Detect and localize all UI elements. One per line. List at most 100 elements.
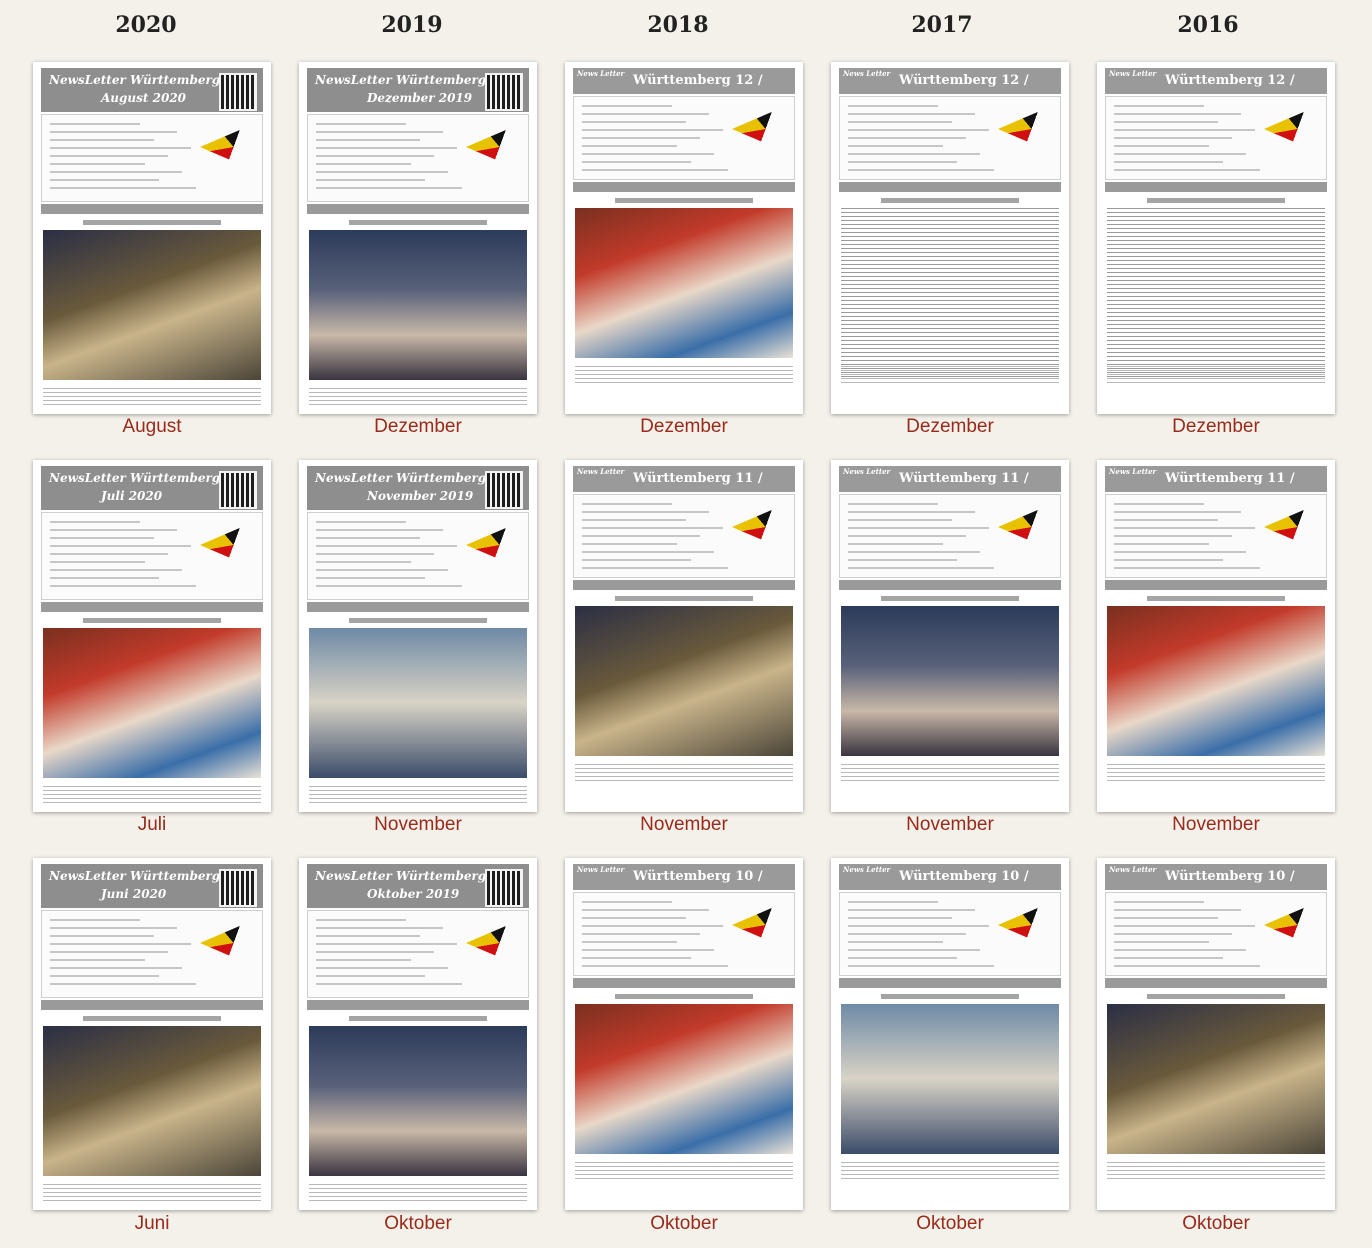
publisher-info-block — [839, 96, 1061, 180]
text-line — [848, 519, 952, 521]
text-line — [582, 511, 709, 513]
text-line — [50, 139, 154, 141]
article-text — [309, 1184, 527, 1204]
section-strip — [573, 580, 795, 590]
text-line — [1114, 161, 1223, 163]
text-line — [50, 521, 140, 523]
newsletter-card[interactable]: News LetterWürttemberg 12 / 2016 — [1097, 62, 1335, 414]
article-title — [881, 596, 1019, 601]
text-line — [848, 511, 975, 513]
newsletter-card[interactable]: News LetterWürttemberg 11 / 2016 — [1097, 460, 1335, 812]
article-photo — [841, 606, 1059, 756]
text-line — [1114, 941, 1209, 943]
article-text — [575, 764, 793, 784]
year-heading-2016: 2016 — [1177, 12, 1239, 38]
chess-federation-logo — [732, 901, 788, 949]
publisher-info-block — [1105, 892, 1327, 976]
text-line — [1114, 925, 1255, 927]
text-line — [50, 927, 177, 929]
text-line — [316, 537, 420, 539]
chess-federation-logo — [732, 105, 788, 153]
text-line — [848, 129, 989, 131]
text-line — [316, 577, 425, 579]
text-line — [1114, 503, 1204, 505]
article-text — [1107, 366, 1325, 386]
section-strip — [839, 580, 1061, 590]
text-line — [582, 933, 700, 935]
text-line — [1114, 933, 1232, 935]
newsletter-card[interactable]: NewsLetter Württemberg Oktober 2019 — [299, 858, 537, 1210]
text-line — [50, 545, 191, 547]
text-line — [1114, 535, 1232, 537]
newsletter-header: News LetterWürttemberg 12 / 2016 — [1105, 68, 1327, 108]
text-line — [1114, 551, 1246, 553]
text-line — [50, 147, 191, 149]
text-line — [582, 901, 672, 903]
text-line — [848, 503, 938, 505]
newsletter-card[interactable]: News LetterWürttemberg 11 / 2017 — [831, 460, 1069, 812]
text-line — [582, 925, 723, 927]
text-line — [848, 543, 943, 545]
newsletter-header: News LetterWürttemberg 10 / 2016 — [1105, 864, 1327, 904]
text-line — [316, 131, 443, 133]
text-line — [848, 925, 989, 927]
text-line — [1114, 137, 1232, 139]
article-title — [1147, 994, 1285, 999]
newsletter-card[interactable]: NewsLetter Württemberg Juni 2020 — [33, 858, 271, 1210]
newsletter-header: NewsLetter Württemberg November 2019 — [307, 466, 529, 510]
text-line — [1114, 153, 1246, 155]
text-line — [848, 941, 943, 943]
text-line — [1114, 909, 1241, 911]
publisher-info-block — [1105, 494, 1327, 578]
text-line — [1114, 519, 1218, 521]
text-line — [848, 567, 994, 569]
article-text — [43, 388, 261, 408]
year-heading-2017: 2017 — [911, 12, 973, 38]
text-line — [1114, 169, 1260, 171]
text-line — [848, 161, 957, 163]
article-text — [841, 366, 1059, 386]
newsletter-card[interactable]: News LetterWürttemberg 10 / 2018 — [565, 858, 803, 1210]
qr-code-icon — [219, 471, 257, 509]
text-line — [1114, 527, 1255, 529]
text-line — [50, 959, 145, 961]
newsletter-card[interactable]: News LetterWürttemberg 10 / 2016 — [1097, 858, 1335, 1210]
publisher-info-block — [307, 910, 529, 998]
news-letter-badge: News Letter — [1109, 467, 1157, 476]
newsletter-card[interactable]: NewsLetter Württemberg Juli 2020 — [33, 460, 271, 812]
newsletter-card[interactable]: News LetterWürttemberg 10 / 2017 — [831, 858, 1069, 1210]
section-strip — [41, 602, 263, 612]
text-line — [316, 967, 448, 969]
text-line — [1114, 567, 1260, 569]
article-title — [1147, 596, 1285, 601]
article-title — [349, 1016, 487, 1021]
news-letter-badge: News Letter — [577, 467, 625, 476]
text-line — [848, 917, 952, 919]
newsletter-card[interactable]: News LetterWürttemberg 12 / 2018 — [565, 62, 803, 414]
text-line — [1114, 559, 1223, 561]
publisher-info-block — [573, 96, 795, 180]
publisher-info-block — [41, 512, 263, 600]
text-line — [582, 527, 723, 529]
newsletter-card[interactable]: News LetterWürttemberg 11 / 2018 — [565, 460, 803, 812]
year-heading-2019: 2019 — [381, 12, 443, 38]
chess-federation-logo — [200, 123, 256, 171]
text-line — [582, 121, 686, 123]
text-line — [316, 561, 411, 563]
newsletter-card[interactable]: News LetterWürttemberg 12 / 2017 — [831, 62, 1069, 414]
article-text — [1107, 764, 1325, 784]
qr-code-icon — [219, 869, 257, 907]
text-line — [848, 909, 975, 911]
text-line — [50, 529, 177, 531]
text-line — [848, 933, 966, 935]
text-line — [848, 169, 994, 171]
chess-federation-logo — [1264, 503, 1320, 551]
text-line — [582, 551, 714, 553]
month-caption: Juni — [134, 1213, 170, 1234]
newsletter-card[interactable]: NewsLetter Württemberg November 2019 — [299, 460, 537, 812]
newsletter-card[interactable]: NewsLetter Württemberg August 2020 — [33, 62, 271, 414]
chess-federation-logo — [998, 105, 1054, 153]
newsletter-card[interactable]: NewsLetter Württemberg Dezember 2019 — [299, 62, 537, 414]
newsletter-header: NewsLetter Württemberg Dezember 2019 — [307, 68, 529, 112]
article-title — [349, 220, 487, 225]
